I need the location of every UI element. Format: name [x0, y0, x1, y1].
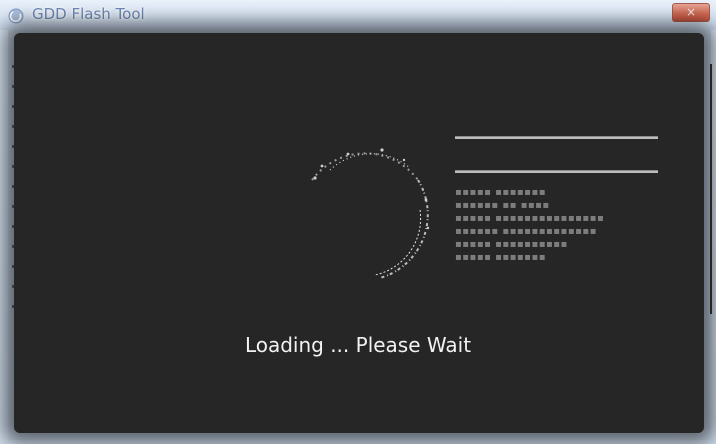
- app-window: GDD Flash Tool × ▪▪▪▪▪ ▪▪▪▪▪▪▪ ▪▪▪▪▪▪ ▪▪…: [0, 0, 716, 444]
- info-line: ▪▪▪▪▪ ▪▪▪▪▪▪▪: [455, 187, 547, 198]
- loading-spinner-icon: [311, 148, 430, 279]
- title-bar[interactable]: GDD Flash Tool ×: [0, 0, 716, 30]
- version-info-block: ▪▪▪▪▪ ▪▪▪▪▪▪▪ ▪▪▪▪▪▪ ▪▪ ▪▪▪▪ ▪▪▪▪▪ ▪▪▪▪▪…: [455, 186, 625, 264]
- right-edge: [710, 64, 712, 314]
- app-icon: [8, 8, 24, 24]
- window-title: GDD Flash Tool: [32, 5, 145, 23]
- progress-bar-top: [455, 136, 658, 139]
- close-icon: ×: [685, 5, 697, 19]
- info-line: ▪▪▪▪▪▪ ▪▪ ▪▪▪▪: [455, 200, 550, 211]
- info-line: ▪▪▪▪▪ ▪▪▪▪▪▪▪: [455, 252, 547, 263]
- close-button[interactable]: ×: [672, 3, 710, 22]
- info-line: ▪▪▪▪▪▪ ▪▪▪▪▪▪▪▪▪▪▪▪▪: [455, 226, 597, 237]
- info-line: ▪▪▪▪▪ ▪▪▪▪▪▪▪▪▪▪▪▪▪▪▪: [455, 213, 605, 224]
- progress-bar-bottom: [455, 170, 658, 173]
- info-line: ▪▪▪▪▪ ▪▪▪▪▪▪▪▪▪▪: [455, 239, 568, 250]
- loading-message: Loading ... Please Wait: [244, 333, 472, 357]
